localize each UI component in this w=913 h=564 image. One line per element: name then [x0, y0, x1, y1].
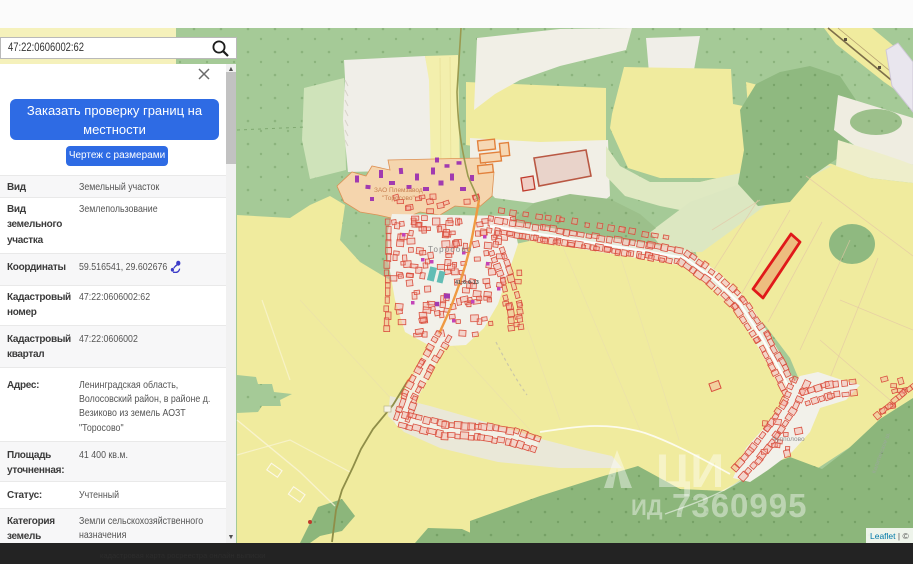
svg-text:7360995: 7360995 — [672, 487, 807, 524]
svg-text:Чупполово: Чупполово — [772, 436, 805, 443]
svg-text:Торосово: Торосово — [428, 245, 472, 254]
svg-text:ИД: ИД — [631, 495, 663, 520]
svg-text:Leaflet | ©: Leaflet | © — [870, 531, 909, 541]
svg-text:41:6:0-13: 41:6:0-13 — [455, 280, 479, 286]
svg-text:ЗАО Племзавод: ЗАО Племзавод — [374, 187, 423, 194]
svg-text:"Торосово": "Торосово" — [382, 195, 416, 202]
